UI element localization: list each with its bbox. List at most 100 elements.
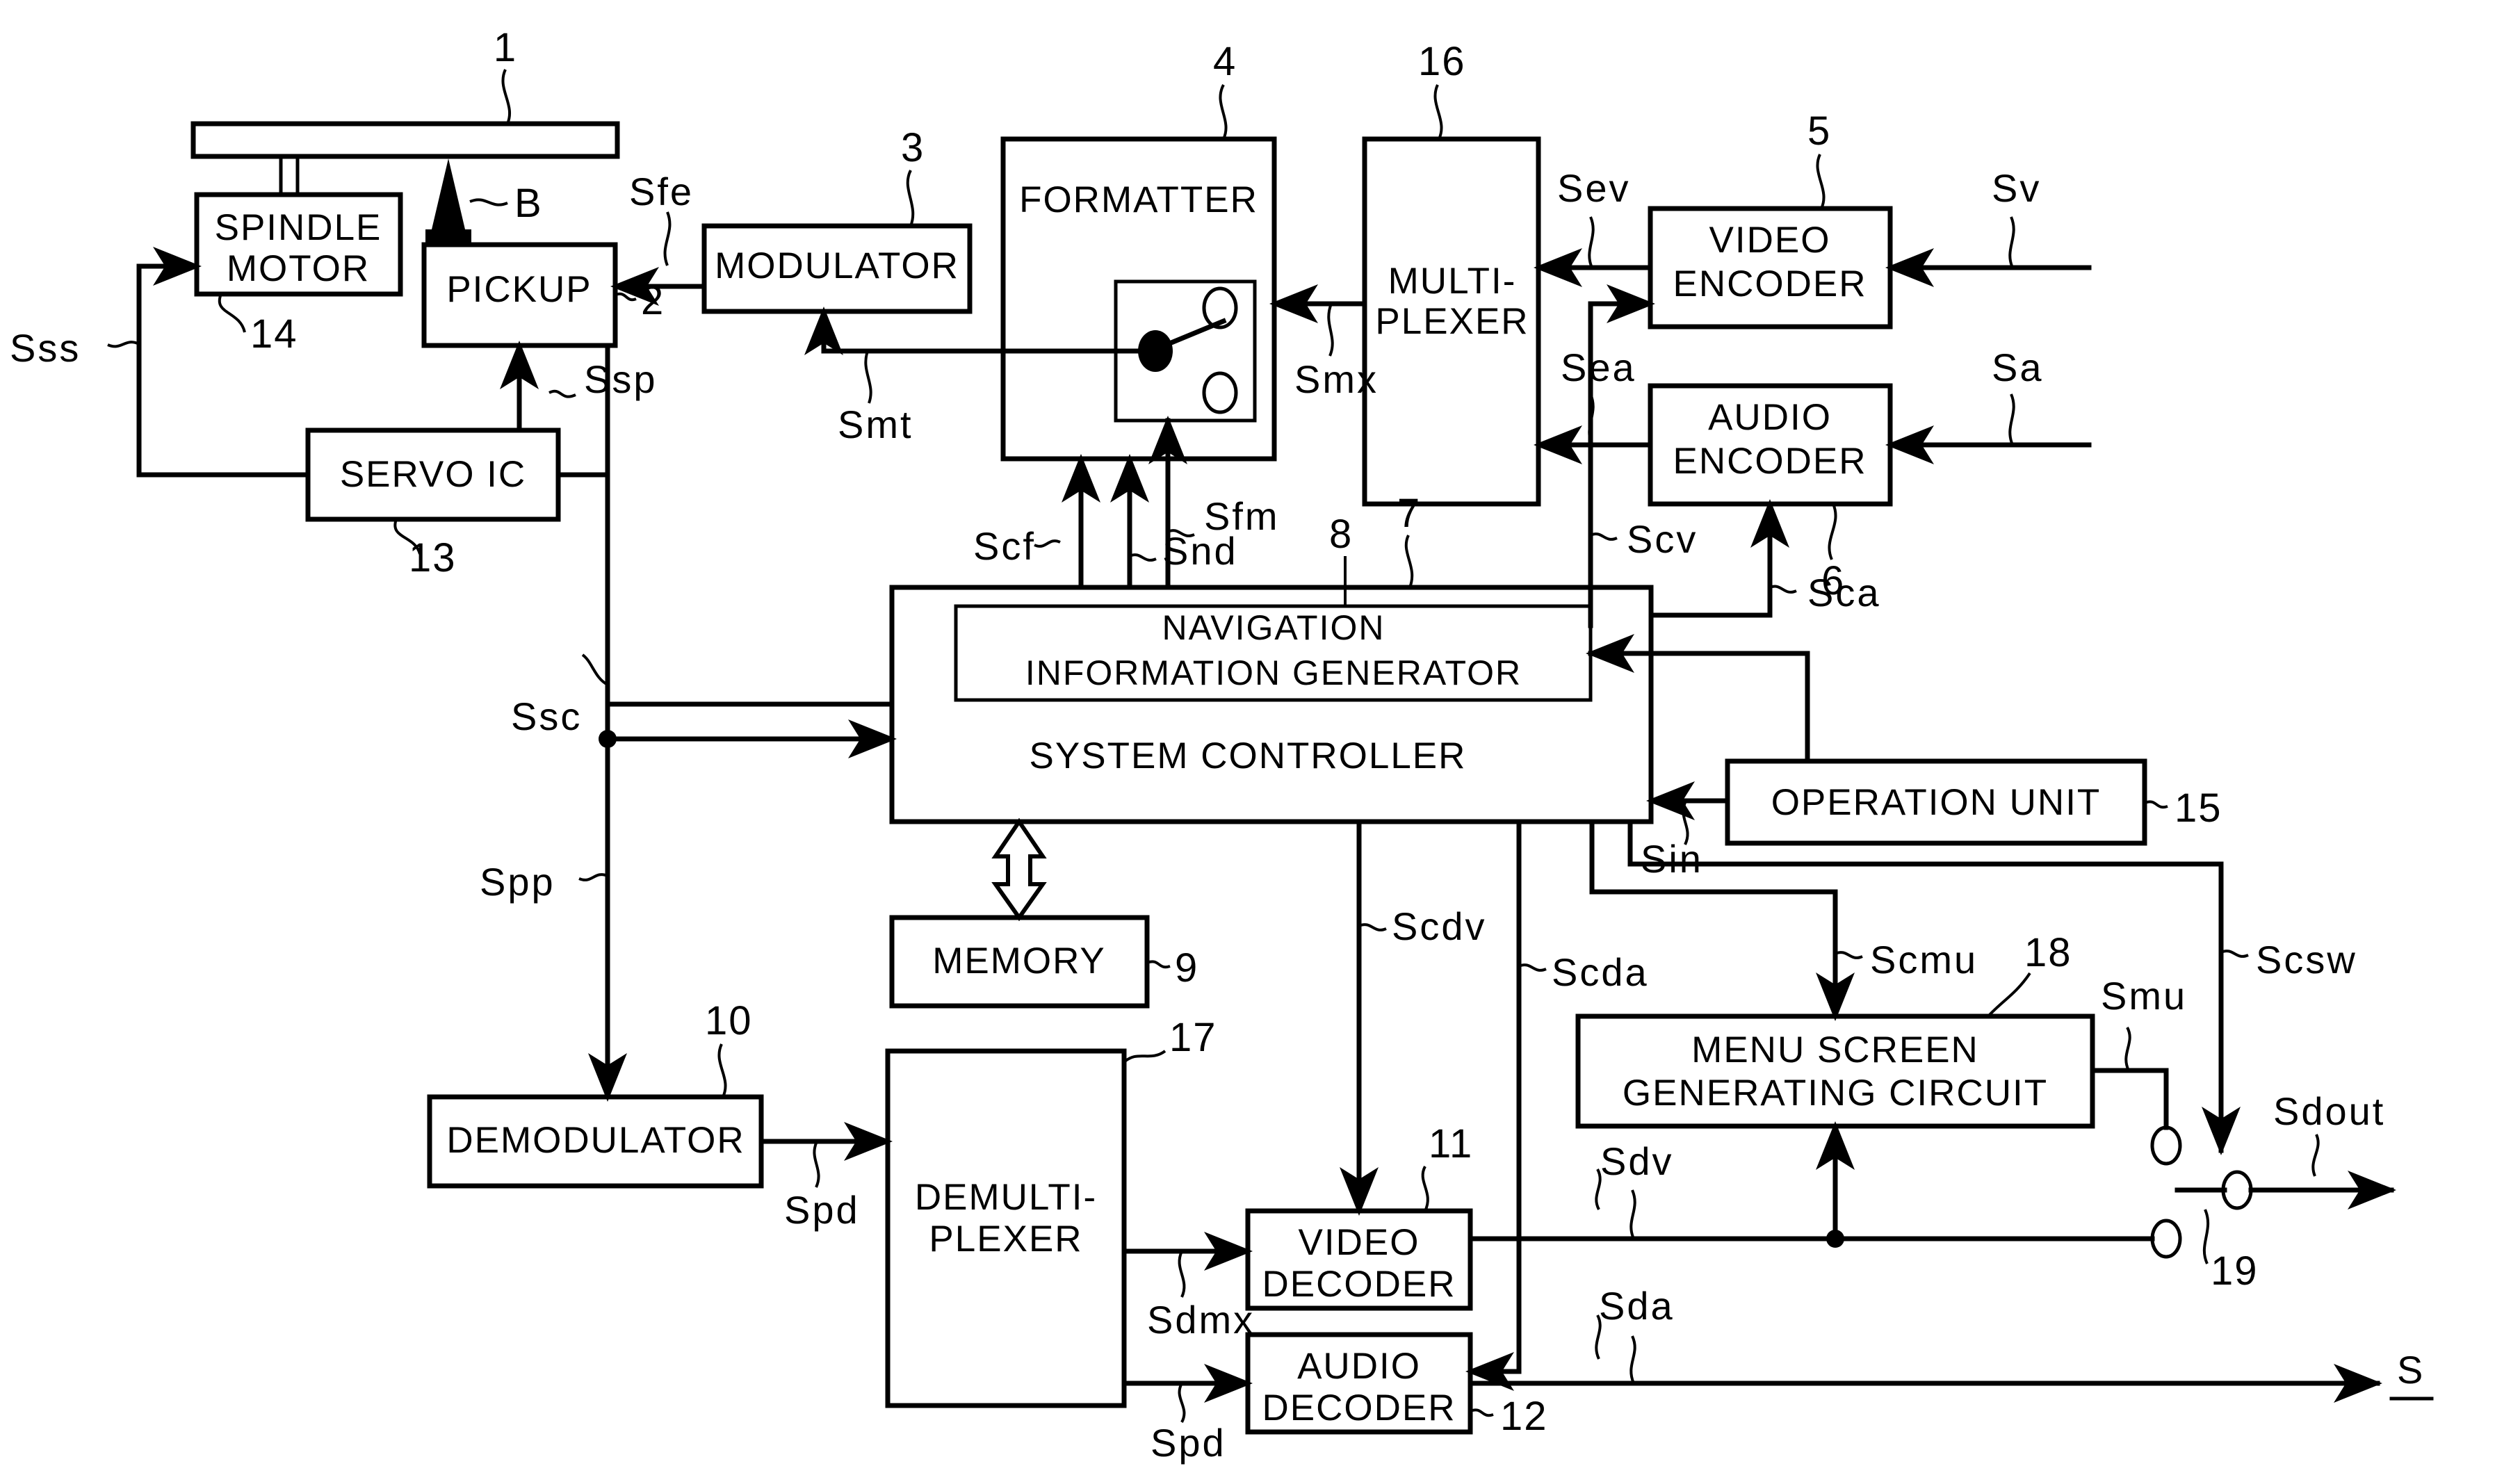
navigation-generator-label-line1: NAVIGATION [1162, 608, 1385, 647]
formatter-label: FORMATTER [1019, 179, 1258, 220]
system-controller-label: SYSTEM CONTROLLER [1030, 735, 1467, 776]
spindle-motor-label-line1: SPINDLE [215, 207, 382, 248]
signal-label-audio-out: S [2397, 1348, 2425, 1392]
menu-generator-label-line1: MENU SCREEN [1691, 1029, 1979, 1070]
output-switch [2150, 1125, 2253, 1259]
audio-encoder-label-line2: ENCODER [1673, 441, 1867, 482]
wire-sev [1534, 216, 1653, 287]
video-decoder-label-line1: VIDEO [1299, 1222, 1420, 1263]
wire-spp [578, 343, 627, 1102]
signal-label-sv: Sv [1992, 166, 2041, 210]
spindle-shaft [279, 154, 300, 197]
signal-label-scmu: Scmu [1870, 938, 1978, 982]
memory-label: MEMORY [932, 940, 1106, 982]
audio-decoder-label-line1: AUDIO [1297, 1346, 1421, 1387]
wire-spd1 [758, 1122, 893, 1188]
wire-smt [804, 307, 1006, 404]
signal-label-sdv2: Sdv [1600, 1139, 1674, 1183]
signal-label-ssc: Ssc [511, 694, 582, 738]
ref-numeral-demodulator: 10 [705, 998, 753, 1043]
demultiplexer-label-line1: DEMULTI- [915, 1177, 1097, 1218]
wire-ssp [500, 341, 576, 433]
signal-label-sca: Sca [1807, 571, 1881, 614]
wire-sdv [1468, 1121, 2155, 1248]
signal-label-sdmx: Sdmx [1147, 1298, 1255, 1342]
demodulator-label: DEMODULATOR [446, 1120, 745, 1161]
signal-label-scdv: Scdv [1392, 904, 1487, 948]
signal-label-ssp: Ssp [584, 357, 658, 401]
operation-unit-label: OPERATION UNIT [1771, 782, 2102, 823]
signal-label-spp: Spp [480, 860, 555, 904]
wire-sdout [2248, 1134, 2396, 1210]
signal-label-scda: Scda [1552, 950, 1649, 994]
diagram-canvas: 1 B SPINDLE MOTOR 14 PICKUP 2 SERVO IC 1… [0, 0, 2520, 1482]
ref-numeral-memory: 9 [1175, 945, 1198, 991]
signal-label-sda2: Sda [1599, 1284, 1675, 1328]
signal-label-sin: Sin [1641, 837, 1703, 881]
audio-decoder-label-line2: DECODER [1262, 1387, 1456, 1428]
ref-numeral-operation-unit: 15 [2174, 785, 2222, 831]
signal-label-scf: Scf [973, 524, 1036, 568]
signal-label-sea: Sea [1561, 345, 1636, 389]
video-encoder-label-line2: ENCODER [1673, 263, 1867, 304]
wire-snd [1110, 454, 1157, 590]
multiplexer-label-line1: MULTI- [1388, 261, 1517, 302]
audio-encoder-label-line1: AUDIO [1708, 397, 1832, 438]
ref-numeral-navgen: 8 [1329, 512, 1353, 557]
ref-numeral-multiplexer: 16 [1418, 39, 1466, 84]
ref-numeral-video-encoder: 5 [1807, 108, 1831, 154]
ref-numeral-formatter: 4 [1213, 39, 1237, 84]
ref-numeral-audio-decoder: 12 [1500, 1394, 1548, 1439]
wire-ssc-to-syscon [599, 719, 897, 758]
signal-label-sfe: Sfe [629, 170, 694, 213]
wire-smx [1269, 284, 1367, 357]
wire-sda [1468, 1335, 2382, 1403]
wire-sda-upper [1595, 1314, 1602, 1360]
wire-sv [1885, 216, 2092, 287]
wire-sdv-upper [1595, 1168, 1602, 1210]
signal-label-scv: Scv [1627, 517, 1698, 561]
wire-navgen-feedback [1586, 634, 1810, 764]
signal-label-sdout: Sdout [2273, 1089, 2385, 1133]
laser-beam-indicator [425, 158, 508, 245]
signal-label-spd2: Spd [1151, 1421, 1226, 1465]
wire-sfe [610, 211, 707, 306]
modulator-label: MODULATOR [715, 245, 959, 286]
ref-numeral-demultiplexer: 17 [1169, 1015, 1217, 1060]
pickup-label: PICKUP [446, 269, 592, 310]
wire-sa [1885, 393, 2092, 464]
wire-smu [2090, 1027, 2169, 1130]
ref-numeral-spindle: 14 [250, 311, 298, 357]
wire-scdv [1340, 819, 1387, 1216]
signal-label-sss: Sss [10, 326, 81, 370]
ref-numeral-modulator: 3 [901, 125, 925, 170]
optical-disc [190, 69, 620, 159]
video-decoder-label-line2: DECODER [1262, 1264, 1456, 1305]
wire-sss [107, 247, 311, 478]
wire-spd2 [1121, 1364, 1253, 1423]
demultiplexer-label-line2: PLEXER [929, 1219, 1082, 1260]
ref-numeral-menu-generator: 18 [2024, 930, 2072, 975]
multiplexer-label-line2: PLEXER [1375, 301, 1529, 342]
ref-numeral-disc: 1 [494, 25, 517, 70]
menu-generator-label-line2: GENERATING CIRCUIT [1623, 1073, 2048, 1114]
memory-bus-arrow [991, 817, 1047, 922]
signal-label-smt: Smt [838, 402, 913, 446]
signal-label-scsw: Scsw [2256, 938, 2357, 982]
ref-numeral-switch: 19 [2211, 1248, 2259, 1294]
signal-label-smu: Smu [2101, 974, 2187, 1018]
video-encoder-label-line1: VIDEO [1709, 220, 1831, 261]
signal-label-sev: Sev [1557, 166, 1631, 210]
ref-numeral-servo: 13 [409, 535, 457, 580]
ref-numeral-syscon: 7 [1397, 491, 1421, 536]
spindle-motor-label-line2: MOTOR [227, 248, 370, 289]
wire-scf [1034, 454, 1100, 590]
wire-sea [1534, 393, 1653, 464]
signal-label-smx: Smx [1294, 357, 1379, 401]
ref-numeral-beam: B [514, 181, 543, 226]
signal-label-sa: Sa [1992, 345, 2044, 389]
ref-numeral-video-decoder: 11 [1429, 1121, 1473, 1166]
navigation-generator-label-line2: INFORMATION GENERATOR [1025, 653, 1522, 692]
wire-sdmx [1121, 1232, 1253, 1298]
signal-label-spd1: Spd [784, 1188, 860, 1232]
